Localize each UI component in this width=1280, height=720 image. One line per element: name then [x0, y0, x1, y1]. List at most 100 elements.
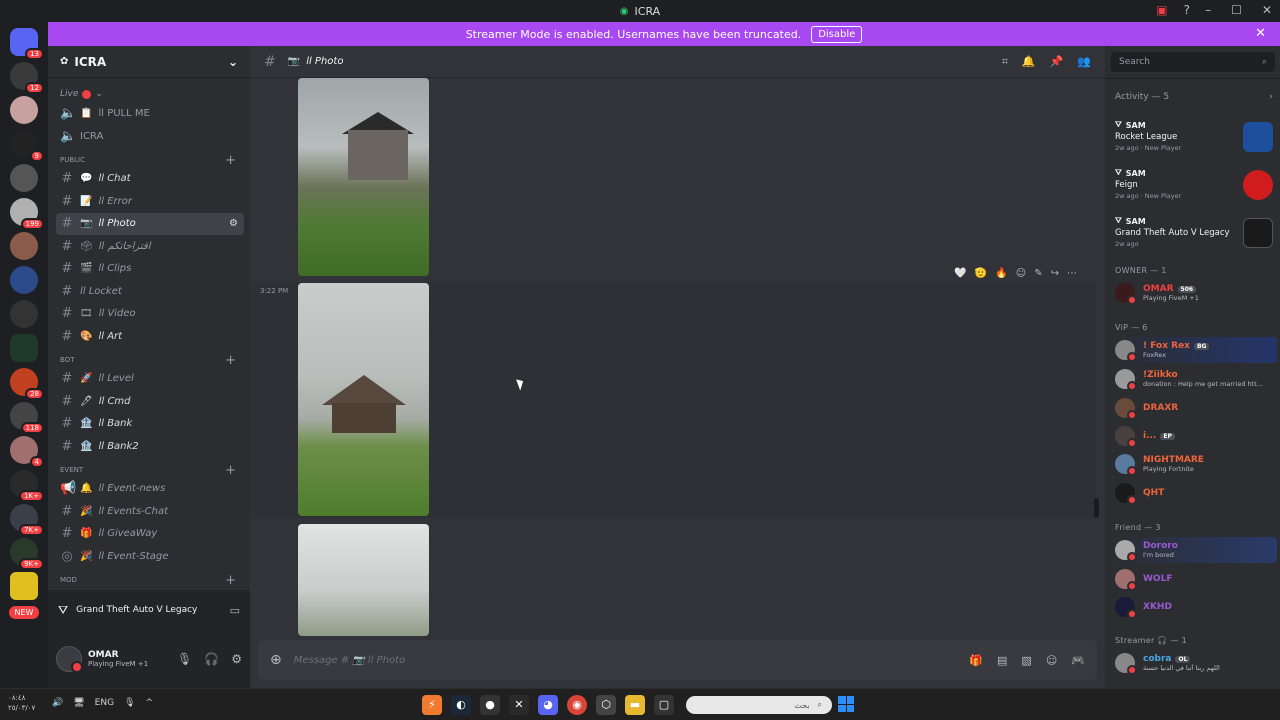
activity-card[interactable]: ⛛ SAM Rocket League 2w ago · New Player	[1111, 116, 1277, 160]
member-draxr[interactable]: DRAXR	[1111, 395, 1277, 421]
inbox-icon[interactable]: ▣	[1156, 3, 1167, 17]
avatar[interactable]	[56, 646, 83, 673]
channel-locket[interactable]: # ll Locket	[56, 280, 244, 302]
taskbar-search[interactable]: بحث ⌕	[686, 696, 832, 714]
channel-error[interactable]: # 📝 ll Error	[56, 190, 244, 212]
add-channel-icon[interactable]: +	[225, 573, 236, 588]
forward-icon[interactable]: ↪	[1051, 268, 1059, 279]
category-public[interactable]: PUBLIC +	[56, 153, 244, 168]
server-icon[interactable]	[10, 266, 38, 294]
activity-header[interactable]: Activity — 5 ›	[1115, 92, 1273, 102]
member-dororo[interactable]: Dororo I'm bored	[1111, 537, 1277, 563]
upload-plus-icon[interactable]: ⊕	[270, 652, 282, 668]
channel-event-news[interactable]: 📢 🔔 ll Event-news	[56, 478, 244, 500]
activity-card[interactable]: ⛛ SAM Grand Theft Auto V Legacy 2w ago	[1111, 212, 1277, 256]
discord-icon[interactable]: ◕	[538, 695, 558, 715]
maximize-button[interactable]: ☐	[1231, 3, 1242, 17]
server-icon[interactable]: 7K+	[10, 504, 44, 536]
close-icon[interactable]: ✕	[1255, 26, 1266, 41]
message-input[interactable]: Message # 📷 ll Photo	[294, 655, 405, 666]
category-bot[interactable]: BOT +	[56, 353, 244, 368]
app-icon[interactable]: ●	[480, 695, 500, 715]
chevron-up-icon[interactable]: ^	[146, 698, 154, 708]
emoji-reaction-icon[interactable]: 🫡	[975, 268, 987, 279]
network-icon[interactable]: 🖥	[73, 698, 84, 708]
app-icon[interactable]: ⚡	[422, 695, 442, 715]
members-icon[interactable]: 👥	[1077, 55, 1091, 69]
category-live[interactable]: Live ⌄	[56, 86, 244, 102]
server-header[interactable]: ✿ ICRA ⌄	[48, 46, 250, 78]
server-icon[interactable]	[10, 164, 38, 192]
app-icon[interactable]: ▢	[654, 695, 674, 715]
close-window-button[interactable]: ✕	[1262, 3, 1272, 17]
emoji-icon[interactable]: ☺	[1046, 654, 1057, 667]
gear-icon[interactable]: ⚙	[231, 652, 242, 666]
search-input[interactable]: Search ⌕	[1111, 52, 1275, 72]
photo-attachment[interactable]	[298, 283, 429, 516]
category-event[interactable]: EVENT +	[56, 463, 244, 478]
voice-channel-pull-me[interactable]: 🔈 📋 ll PULL ME	[56, 103, 244, 125]
gift-icon[interactable]: 🎁	[969, 654, 983, 667]
activities-icon[interactable]: 🎮	[1071, 654, 1085, 667]
photo-attachment[interactable]	[298, 524, 429, 636]
bell-icon[interactable]: 🔔	[1022, 55, 1036, 69]
channel-cmd[interactable]: # 🖊 ll Cmd	[56, 390, 244, 412]
channel-photo[interactable]: # 📷 ll Photo ⚙	[56, 212, 244, 235]
member-fox-rex[interactable]: ! Fox Rex BG FoxRex	[1111, 337, 1277, 363]
channel-event-stage[interactable]: ◎ 🎉 ll Event-Stage	[56, 545, 244, 567]
channel-art[interactable]: # 🎨 ll Art	[56, 325, 244, 347]
gif-icon[interactable]: ▤	[997, 654, 1007, 667]
member-cobra[interactable]: cobra OL اللهم ربنا آتنا في الدنيا حسنة	[1111, 650, 1277, 676]
channel-suggestions[interactable]: # 🗳 ll اقتراحاتكم	[56, 235, 244, 257]
minimize-button[interactable]: –	[1205, 3, 1211, 17]
add-channel-icon[interactable]: +	[225, 353, 236, 368]
server-icon[interactable]: 199	[10, 198, 44, 230]
server-icon[interactable]	[10, 96, 38, 124]
fire-reaction-icon[interactable]: 🔥	[995, 268, 1007, 279]
app-icon[interactable]: ✕	[509, 695, 529, 715]
microphone-icon[interactable]: 🎙	[177, 652, 192, 666]
server-icon[interactable]: 4	[10, 436, 44, 468]
channel-bank[interactable]: # 🏦 ll Bank	[56, 413, 244, 435]
member-xkhd[interactable]: XKHD	[1111, 594, 1277, 620]
member-nightmare[interactable]: NIGHTMARE Playing Fortnite	[1111, 451, 1277, 477]
activity-panel[interactable]: ⛛ Grand Theft Auto V Legacy ▭	[48, 590, 250, 630]
headphones-icon[interactable]: 🎧	[204, 652, 219, 666]
server-icon-icra[interactable]	[10, 334, 38, 362]
app-icon[interactable]: ⬡	[596, 695, 616, 715]
member-ziikko[interactable]: !Ziikko donation : Help me get married h…	[1111, 366, 1277, 392]
direct-messages-icon[interactable]: 13	[10, 28, 44, 60]
threads-icon[interactable]: ⌗	[1002, 55, 1008, 69]
help-icon[interactable]: ?	[1184, 3, 1190, 17]
voice-channel-icra[interactable]: 🔈 ICRA	[56, 125, 244, 147]
channel-clips[interactable]: # 🎬 ll Clips	[56, 258, 244, 280]
channel-video[interactable]: # 🎞 ll Video	[56, 303, 244, 325]
add-reaction-icon[interactable]: ☺	[1016, 268, 1026, 279]
more-icon[interactable]: ⋯	[1067, 268, 1077, 279]
message-composer[interactable]: ⊕ Message # 📷 ll Photo 🎁 ▤ ▧ ☺ 🎮	[258, 640, 1097, 680]
channel-bank2[interactable]: # 🏦 ll Bank2	[56, 435, 244, 457]
server-icon[interactable]	[10, 232, 38, 260]
channel-chat[interactable]: # 💬 ll Chat	[56, 168, 244, 190]
disable-button[interactable]: Disable	[811, 25, 863, 43]
add-channel-icon[interactable]: +	[225, 153, 236, 168]
add-channel-icon[interactable]: +	[225, 463, 236, 478]
language-indicator[interactable]: ENG	[95, 698, 114, 708]
screen-share-icon[interactable]: ▭	[230, 604, 240, 617]
activity-card[interactable]: ⛛ SAM Feign 2w ago · New Player	[1111, 164, 1277, 208]
server-icon[interactable]: 12	[10, 62, 44, 94]
clock[interactable]: ٠٨:٤٨ ٢٥/٠٣/٠٧	[8, 693, 35, 713]
volume-icon[interactable]: 🔊	[52, 698, 63, 708]
member-wolf[interactable]: WOLF	[1111, 566, 1277, 592]
server-icon[interactable]: 118	[10, 402, 44, 434]
windows-start-icon[interactable]	[838, 696, 854, 712]
server-icon[interactable]	[10, 300, 38, 328]
file-explorer-icon[interactable]: ▬	[625, 695, 645, 715]
scrollbar[interactable]	[1094, 498, 1099, 518]
photo-attachment[interactable]	[298, 78, 429, 276]
member-omar[interactable]: OMAR 506 Playing FiveM +1	[1111, 280, 1277, 306]
channel-settings-gear-icon[interactable]: ⚙	[229, 218, 238, 229]
server-icon[interactable]	[10, 572, 38, 600]
member-qht[interactable]: QHT	[1111, 480, 1277, 506]
chrome-icon[interactable]: ◉	[567, 695, 587, 715]
